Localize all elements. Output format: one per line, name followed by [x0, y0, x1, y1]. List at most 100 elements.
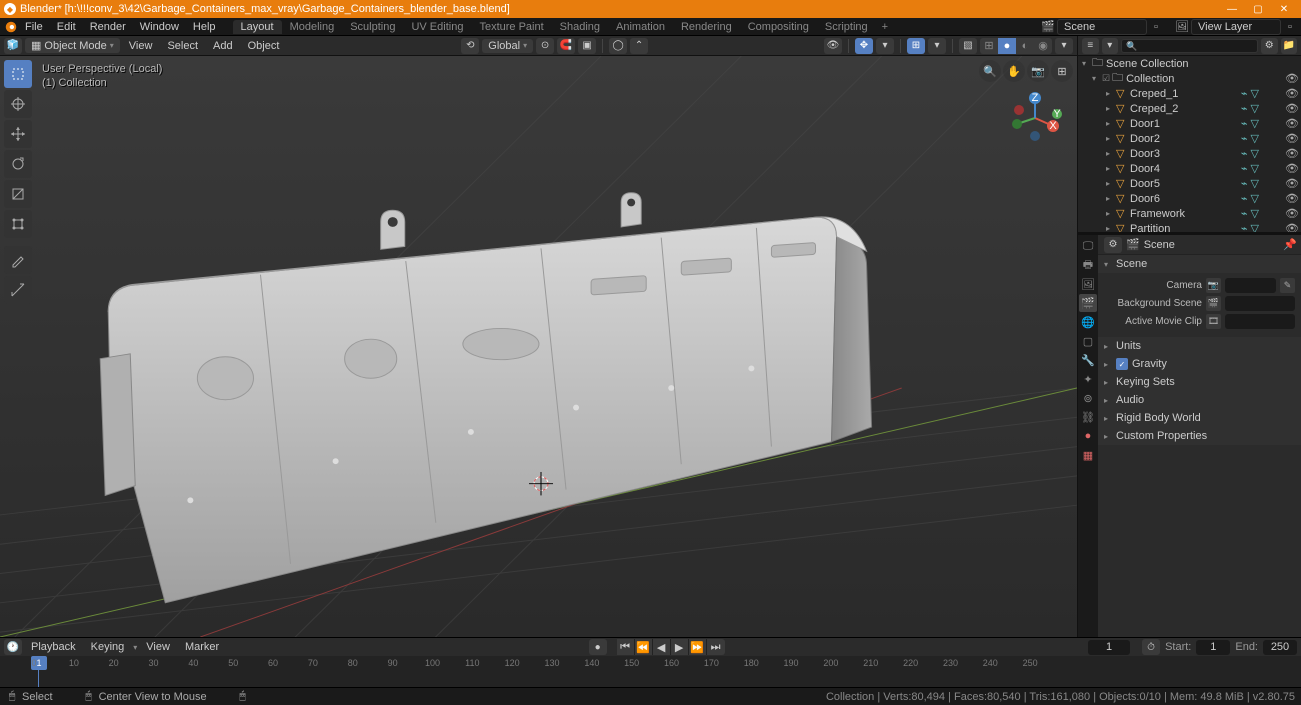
proportional-falloff-button[interactable]: ⌃ — [630, 38, 648, 54]
ptab-material[interactable]: ● — [1079, 427, 1097, 445]
gravity-checkbox[interactable]: ✓ — [1116, 358, 1128, 370]
editor-type-button[interactable]: 🧊 — [4, 38, 22, 54]
eye-icon[interactable]: 👁 — [1285, 72, 1297, 85]
autokey-button[interactable]: ● — [589, 639, 607, 655]
eye-icon[interactable]: 👁 — [1285, 87, 1297, 100]
camera-eyedropper[interactable]: ✎ — [1280, 278, 1295, 293]
minimize-button[interactable]: ― — [1219, 4, 1245, 15]
tool-annotate[interactable] — [4, 246, 32, 274]
play-button[interactable]: ▶ — [671, 639, 689, 655]
panel-audio[interactable]: ▸Audio — [1098, 391, 1301, 409]
menu-file[interactable]: File — [18, 21, 50, 33]
outliner-search-input[interactable] — [1121, 39, 1258, 53]
outliner-display-mode[interactable]: ▾ — [1102, 38, 1119, 54]
menu-window[interactable]: Window — [133, 21, 186, 33]
mode-dropdown[interactable]: ▦ Object Mode ▾ — [25, 38, 120, 53]
vp-menu-object[interactable]: Object — [242, 40, 286, 52]
close-button[interactable]: ✕ — [1271, 4, 1297, 15]
snap-target-button[interactable]: ▣ — [578, 38, 596, 54]
eye-icon[interactable]: 👁 — [1285, 117, 1297, 130]
tool-scale[interactable] — [4, 180, 32, 208]
clip-picker-icon[interactable]: 🎞 — [1206, 314, 1221, 329]
playhead[interactable]: 1 — [38, 656, 39, 687]
workspace-tab-compositing[interactable]: Compositing — [740, 20, 817, 34]
menu-edit[interactable]: Edit — [50, 21, 83, 33]
start-frame-field[interactable]: 1 — [1196, 640, 1230, 655]
outliner-object[interactable]: ▸▽Door3⌁▽👁 — [1078, 146, 1301, 161]
menu-render[interactable]: Render — [83, 21, 133, 33]
overlays-options-button[interactable]: ▾ — [928, 38, 946, 54]
nav-camera-icon[interactable]: 📷 — [1027, 60, 1049, 82]
scene-field[interactable]: Scene — [1057, 19, 1147, 35]
menu-help[interactable]: Help — [186, 21, 223, 33]
eye-icon[interactable]: 👁 — [1285, 222, 1297, 232]
eye-icon[interactable]: 👁 — [1285, 207, 1297, 220]
ptab-output[interactable]: 🖶 — [1079, 256, 1097, 274]
shading-lookdev[interactable]: ◐ — [1016, 38, 1034, 54]
viewport-3d[interactable]: User Perspective (Local) (1) Collection … — [0, 56, 1077, 637]
jump-prev-keyframe[interactable]: ⏪ — [635, 639, 653, 655]
preview-range-button[interactable]: ⏱ — [1142, 639, 1160, 655]
ptab-render[interactable]: 🖵 — [1079, 237, 1097, 255]
workspace-tab-scripting[interactable]: Scripting — [817, 20, 876, 34]
orientation-icon[interactable]: ⟲ — [461, 38, 479, 54]
tl-menu-view[interactable]: View — [140, 641, 176, 653]
timeline-editor-type[interactable]: 🕐 — [4, 639, 22, 655]
camera-picker-icon[interactable]: 📷 — [1206, 278, 1221, 293]
nav-gizmo[interactable]: X Y Z — [1007, 90, 1063, 146]
workspace-tab-uv[interactable]: UV Editing — [403, 20, 471, 34]
tool-select-box[interactable] — [4, 60, 32, 88]
outliner-object[interactable]: ▸▽Door6⌁▽👁 — [1078, 191, 1301, 206]
end-frame-field[interactable]: 250 — [1263, 640, 1297, 655]
shading-rendered[interactable]: ◉ — [1034, 38, 1052, 54]
tl-menu-keying[interactable]: Keying — [85, 641, 131, 653]
overlays-toggle-button[interactable]: ⊞ — [907, 38, 925, 54]
shading-options-button[interactable]: ▾ — [1055, 38, 1073, 54]
current-frame-field[interactable]: 1 — [1088, 640, 1130, 655]
viewlayer-new-button[interactable]: ▫ — [1283, 20, 1297, 34]
ptab-object[interactable]: ▢ — [1079, 332, 1097, 350]
ptab-physics[interactable]: ⊚ — [1079, 389, 1097, 407]
maximize-button[interactable]: ▢ — [1245, 4, 1271, 15]
tool-cursor[interactable] — [4, 90, 32, 118]
eye-icon[interactable]: 👁 — [1285, 192, 1297, 205]
add-workspace-button[interactable]: + — [876, 21, 894, 33]
pin-icon[interactable]: 📌 — [1283, 238, 1297, 251]
eye-icon[interactable]: 👁 — [1285, 132, 1297, 145]
workspace-tab-animation[interactable]: Animation — [608, 20, 673, 34]
outliner-object[interactable]: ▸▽Partition⌁▽👁 — [1078, 221, 1301, 232]
shading-solid[interactable]: ● — [998, 38, 1016, 54]
eye-icon[interactable]: 👁 — [1285, 162, 1297, 175]
ptab-viewlayer[interactable]: 🖼 — [1079, 275, 1097, 293]
panel-units[interactable]: ▸Units — [1098, 337, 1301, 355]
jump-end-button[interactable]: ⏭ — [707, 639, 725, 655]
timeline-ruler[interactable]: 1 01020304050607080901001101201301401501… — [0, 656, 1301, 687]
outliner-object[interactable]: ▸▽Door5⌁▽👁 — [1078, 176, 1301, 191]
gizmo-toggle-button[interactable]: ✥ — [855, 38, 873, 54]
tool-rotate[interactable] — [4, 150, 32, 178]
scene-new-button[interactable]: ▫ — [1149, 20, 1163, 34]
proportional-edit-button[interactable]: ◯ — [609, 38, 627, 54]
workspace-tab-shading[interactable]: Shading — [552, 20, 608, 34]
ptab-world[interactable]: 🌐 — [1079, 313, 1097, 331]
outliner-collection[interactable]: ▾ ☑ 🗀Collection 👁 — [1078, 71, 1301, 86]
ptab-modifiers[interactable]: 🔧 — [1079, 351, 1097, 369]
tool-transform[interactable] — [4, 210, 32, 238]
orientation-dropdown[interactable]: Global▾ — [482, 39, 533, 53]
ptab-constraints[interactable]: ⛓ — [1079, 408, 1097, 426]
bgscene-field[interactable] — [1225, 296, 1295, 311]
shading-wireframe[interactable]: ⊞ — [980, 38, 998, 54]
tl-menu-marker[interactable]: Marker — [179, 641, 225, 653]
vp-menu-view[interactable]: View — [123, 40, 159, 52]
panel-keying-sets[interactable]: ▸Keying Sets — [1098, 373, 1301, 391]
workspace-tab-sculpting[interactable]: Sculpting — [342, 20, 403, 34]
outliner-object[interactable]: ▸▽Door4⌁▽👁 — [1078, 161, 1301, 176]
workspace-tab-texpaint[interactable]: Texture Paint — [471, 20, 551, 34]
workspace-tab-rendering[interactable]: Rendering — [673, 20, 740, 34]
tool-move[interactable] — [4, 120, 32, 148]
outliner-object[interactable]: ▸▽Framework⌁▽👁 — [1078, 206, 1301, 221]
outliner-new-collection[interactable]: 📁 — [1281, 38, 1298, 54]
outliner-object[interactable]: ▸▽Creped_1⌁▽👁 — [1078, 86, 1301, 101]
outliner-editor-type[interactable]: ≡ — [1082, 38, 1099, 54]
outliner-object[interactable]: ▸▽Door1⌁▽👁 — [1078, 116, 1301, 131]
